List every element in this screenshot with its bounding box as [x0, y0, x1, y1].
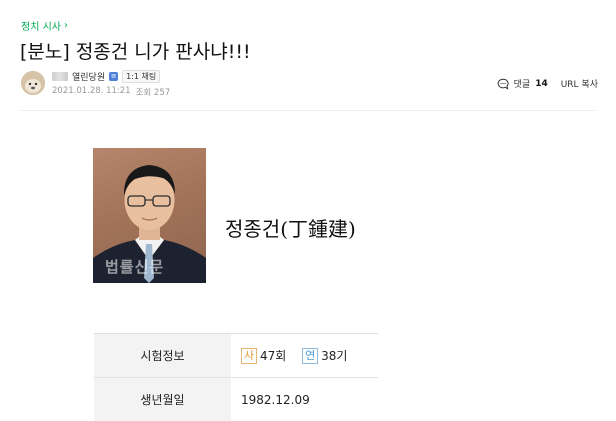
sa-badge: 사	[241, 348, 257, 365]
comment-count[interactable]: 14	[535, 79, 548, 89]
profile-name: 정종건(丁鍾建)	[225, 217, 356, 241]
photo-watermark: 법률신문	[105, 258, 165, 276]
page-title: [분노] 정종건 니가 판사냐!!!	[20, 41, 251, 63]
author-grade: 열린당원	[72, 73, 106, 83]
avatar-image	[21, 71, 45, 95]
chevron-right-icon: ›	[63, 20, 68, 31]
breadcrumb[interactable]: 정치 시사 ›	[21, 18, 68, 33]
profile-info-table: 시험정보 사 47회 연 38기 생년월일 1982.12.09	[94, 333, 378, 421]
post-date: 2021.01.28. 11:21	[52, 86, 131, 96]
header-divider	[20, 110, 596, 111]
yeon-badge: 연	[302, 348, 319, 365]
avatar[interactable]	[21, 71, 45, 95]
post-views: 조회 257	[135, 88, 171, 98]
training-class: 연 38기	[302, 347, 347, 365]
author-info: 열린당원 ≡ 1:1 채팅	[52, 70, 161, 83]
post-meta: 2021.01.28. 11:21 조회 257	[52, 86, 170, 98]
breadcrumb-label[interactable]: 정치 시사	[21, 18, 61, 33]
author-nickname-blurred[interactable]	[52, 72, 68, 81]
birthdate-label: 생년월일	[94, 377, 231, 421]
comment-icon[interactable]	[497, 78, 509, 90]
table-row: 생년월일 1982.12.09	[94, 377, 378, 421]
comment-label[interactable]: 댓글	[514, 77, 531, 90]
member-grade-icon: ≡	[109, 72, 119, 81]
exam-info-value: 사 47회 연 38기	[231, 333, 378, 378]
profile-photo: 법률신문	[93, 148, 206, 283]
chat-button[interactable]: 1:1 채팅	[122, 70, 161, 83]
url-copy-button[interactable]: URL 복사	[561, 77, 598, 90]
exam-info-label: 시험정보	[94, 333, 231, 378]
table-row: 시험정보 사 47회 연 38기	[94, 333, 378, 378]
training-class-value: 38기	[321, 348, 348, 363]
post-tools: 댓글 14 URL 복사	[497, 77, 598, 90]
exam-session-value: 47회	[260, 348, 287, 363]
exam-session: 사 47회	[241, 347, 286, 365]
birthdate-value: 1982.12.09	[231, 377, 378, 421]
